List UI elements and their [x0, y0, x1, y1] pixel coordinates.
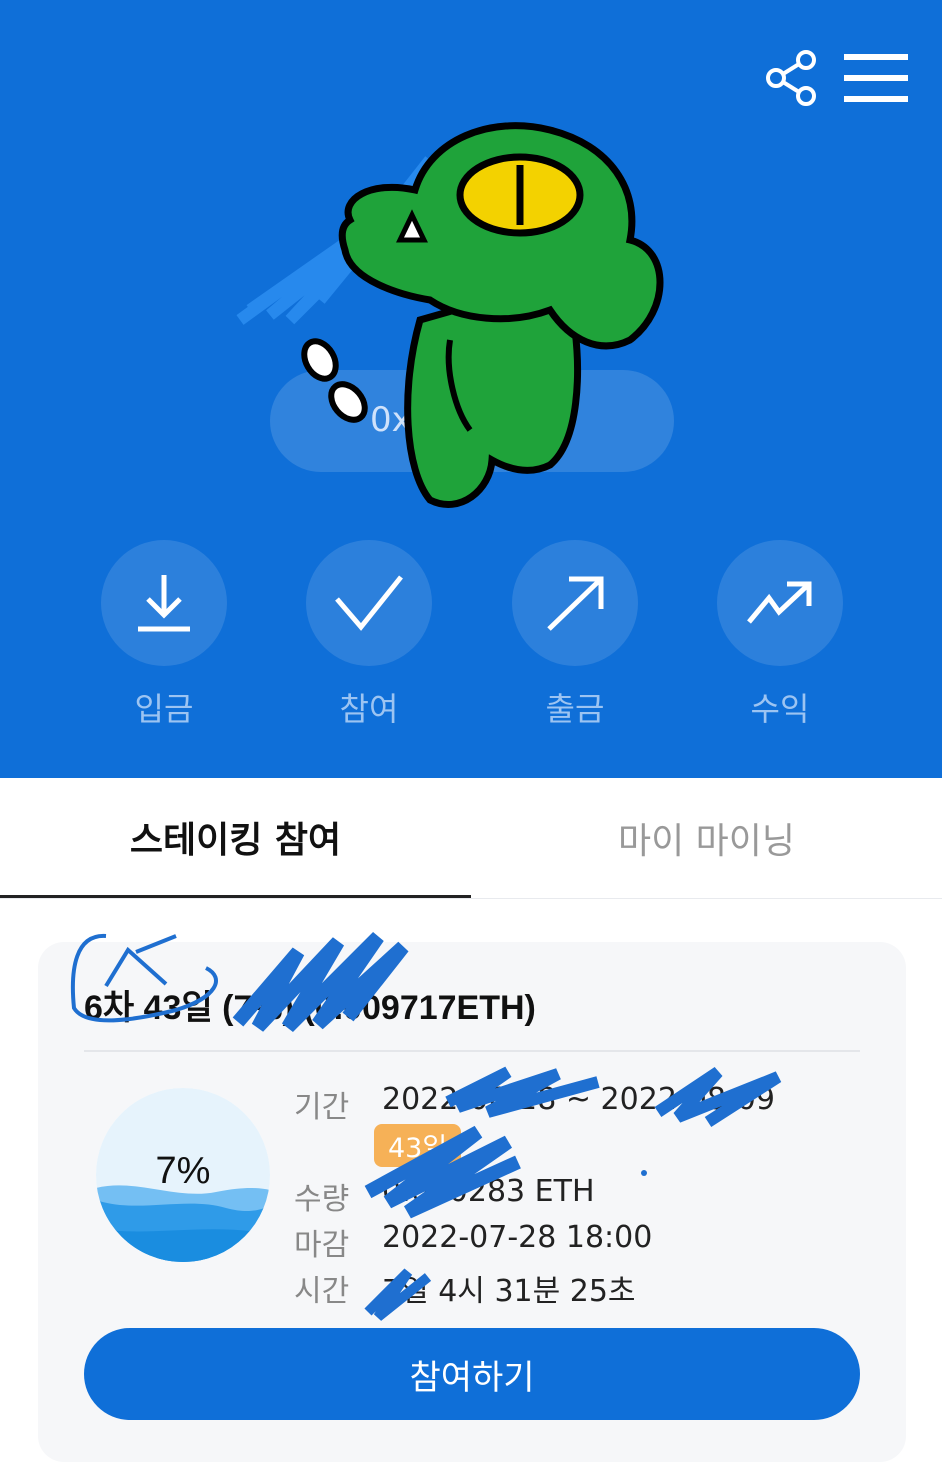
share-icon — [766, 50, 816, 106]
check-icon — [335, 575, 403, 631]
tab-bar: 스테이킹 참여 마이 마이닝 — [0, 778, 942, 899]
trending-up-icon — [747, 581, 812, 624]
row-period-key: 기간 — [294, 1090, 350, 1125]
hamburger-menu-icon — [844, 54, 908, 102]
action-deposit[interactable]: 입금 — [101, 540, 227, 730]
duration-badge: 43일 — [374, 1124, 462, 1167]
action-withdraw-circle — [512, 540, 638, 666]
mascot-illustration — [301, 122, 664, 508]
staking-card: 6차 43일 (7%) (0.009717ETH) 7% 기간 2022-06-… — [38, 932, 906, 1462]
progress-percent: 7% — [155, 1150, 211, 1192]
action-withdraw-label: 출금 — [545, 690, 605, 728]
card-title: 6차 43일 (7%) (0.009717ETH) — [84, 989, 536, 1027]
card-divider — [84, 1050, 860, 1052]
hero-header: 0x 입금 참여 출금 수익 — [0, 0, 942, 778]
tab-my-mining[interactable]: 마이 마이닝 — [471, 778, 942, 898]
arrow-up-right-icon — [547, 576, 604, 631]
action-participate-label: 참여 — [339, 690, 399, 728]
tab-staking[interactable]: 스테이킹 참여 — [0, 778, 471, 898]
row-deadline-value: 2022-07-28 18:00 — [382, 1220, 653, 1255]
row-amount-key: 수량 — [294, 1182, 350, 1217]
download-icon — [138, 575, 190, 632]
row-time-value: 7일 4시 31분 25초 — [382, 1274, 636, 1309]
row-amount-value: 0.000283 ETH — [382, 1174, 595, 1209]
action-participate-circle — [306, 540, 432, 666]
action-earnings[interactable]: 수익 — [717, 540, 843, 730]
row-period-value: 2022-06-28 ~ 2022-08-09 — [382, 1082, 775, 1117]
action-withdraw[interactable]: 출금 — [512, 540, 638, 730]
action-participate[interactable]: 참여 — [306, 540, 432, 730]
action-earnings-label: 수익 — [750, 690, 810, 728]
action-earnings-circle — [717, 540, 843, 666]
row-deadline-key: 마감 — [294, 1228, 350, 1263]
row-time-key: 시간 — [294, 1274, 350, 1309]
progress-gauge: 7% — [96, 1088, 270, 1262]
menu-button[interactable] — [840, 48, 912, 108]
participate-button[interactable]: 참여하기 — [84, 1328, 860, 1420]
action-deposit-label: 입금 — [134, 690, 194, 728]
share-button[interactable] — [762, 48, 822, 108]
action-deposit-circle — [101, 540, 227, 666]
